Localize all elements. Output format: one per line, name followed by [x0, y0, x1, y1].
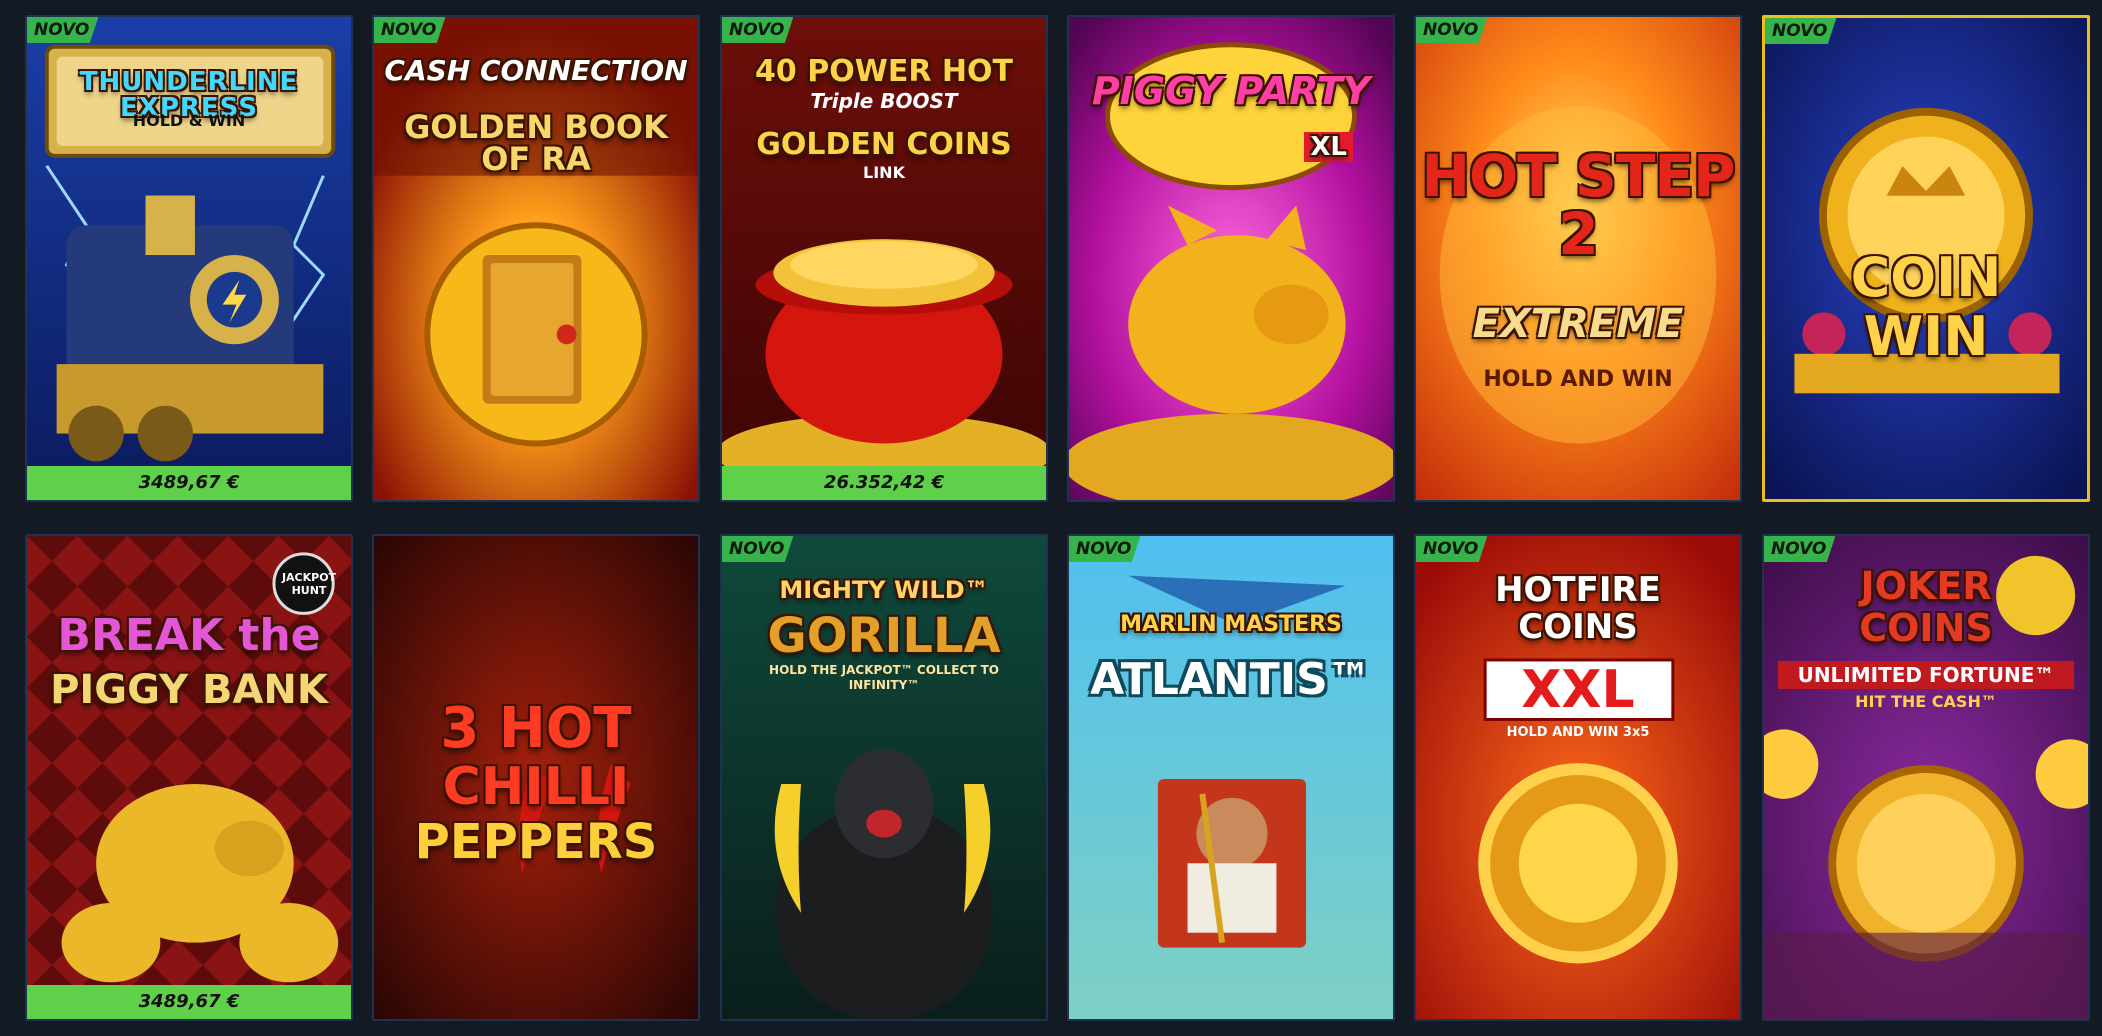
game-tile-hotfire-coins-xxl[interactable]: HOTFIRE COINS XXL HOLD AND WIN 3x5 NOVO — [1414, 534, 1742, 1021]
game-tile-mighty-wild-gorilla[interactable]: MIGHTY WILD™ GORILLA HOLD THE JACKPOT™ C… — [720, 534, 1048, 1021]
new-badge: NOVO — [1416, 17, 1488, 43]
new-badge: NOVO — [1069, 536, 1141, 562]
new-badge: NOVO — [1416, 536, 1488, 562]
game-title: COIN WIN — [1850, 246, 2002, 369]
game-title-top: CASH CONNECTION — [384, 54, 688, 87]
game-grid: THUNDERLINE EXPRESS HOLD & WIN NOVO 3489… — [0, 0, 2102, 1036]
game-title-mid: CHILLI — [442, 757, 630, 817]
game-tile-coin-win[interactable]: COIN WIN NOVO — [1762, 15, 2090, 502]
game-tile-thunderline-express[interactable]: THUNDERLINE EXPRESS HOLD & WIN NOVO 3489… — [25, 15, 353, 502]
corner-logo: JACKPOT HUNT — [281, 571, 337, 597]
game-subtitle: HOLD AND WIN — [1483, 367, 1673, 392]
game-title: UNLIMITED FORTUNE™ — [1778, 661, 2074, 689]
game-title: GORILLA — [767, 608, 1001, 664]
game-tile-hot-step-2-extreme[interactable]: HOT STEP 2 EXTREME HOLD AND WIN NOVO — [1414, 15, 1742, 502]
game-title-top: 40 POWER HOT — [755, 54, 1013, 89]
game-title: GOLDEN BOOK OF RA — [404, 108, 668, 178]
game-title-top: MARLIN MASTERS — [1120, 612, 1342, 637]
game-tile-golden-coins[interactable]: 40 POWER HOT Triple BOOST GOLDEN COINS L… — [720, 15, 1048, 502]
new-badge: NOVO — [27, 17, 99, 43]
game-subtitle: HIT THE CASH™ — [1855, 692, 1997, 711]
new-badge: NOVO — [1764, 536, 1836, 562]
new-badge: NOVO — [1765, 18, 1837, 44]
game-subtitle: HOLD THE JACKPOT™ COLLECT TO INFINITY™ — [769, 663, 999, 692]
golden-book-icon — [374, 17, 698, 500]
gold-piggy-bank-icon — [27, 536, 351, 1019]
jackpot-amount: 26.352,42 € — [722, 466, 1046, 500]
poseidon-icon — [1069, 536, 1393, 1019]
game-title-mid: Triple BOOST — [810, 89, 958, 113]
new-badge: NOVO — [722, 17, 794, 43]
game-title-mid: EXTREME — [1472, 301, 1684, 347]
game-title: PIGGY PARTY — [1091, 69, 1371, 113]
jackpot-amount: 3489,67 € — [27, 466, 351, 500]
game-title-top: 3 HOT — [440, 696, 632, 761]
game-tile-joker-coins[interactable]: JOKER COINS UNLIMITED FORTUNE™ HIT THE C… — [1762, 534, 2090, 1021]
game-title: ATLANTIS™ — [1090, 654, 1372, 705]
game-tile-marlin-masters-atlantis[interactable]: MARLIN MASTERS ATLANTIS™ NOVO — [1067, 534, 1395, 1021]
game-title-top: JOKER COINS — [1859, 564, 1993, 650]
game-title: GOLDEN COINS — [756, 127, 1012, 162]
game-title-top: MIGHTY WILD™ — [779, 576, 989, 604]
game-tile-golden-book-of-ra[interactable]: CASH CONNECTION GOLDEN BOOK OF RA NOVO — [372, 15, 700, 502]
jackpot-amount: 3489,67 € — [27, 985, 351, 1019]
new-badge: NOVO — [722, 536, 794, 562]
game-title: PEPPERS — [414, 814, 658, 870]
game-subtitle: HOLD & WIN — [132, 111, 246, 130]
game-title: XXL — [1521, 660, 1635, 720]
game-subtitle: HOLD AND WIN 3x5 — [1506, 725, 1650, 740]
new-badge: NOVO — [374, 17, 446, 43]
game-title-top: HOTFIRE COINS — [1495, 570, 1661, 648]
game-tile-piggy-party-xl[interactable]: PIGGY PARTY XL — [1067, 15, 1395, 502]
game-tile-break-the-piggy-bank[interactable]: JACKPOT HUNT BREAK the PIGGY BANK 3489,6… — [25, 534, 353, 1021]
game-subtitle: XL — [1304, 132, 1353, 162]
game-title: HOT STEP 2 — [1421, 142, 1735, 268]
game-title: PIGGY BANK — [50, 667, 328, 713]
game-tile-3-hot-chilli-peppers[interactable]: 3 HOT CHILLI PEPPERS — [372, 534, 700, 1021]
game-title-top: BREAK the — [57, 610, 321, 661]
game-subtitle: LINK — [863, 163, 905, 182]
